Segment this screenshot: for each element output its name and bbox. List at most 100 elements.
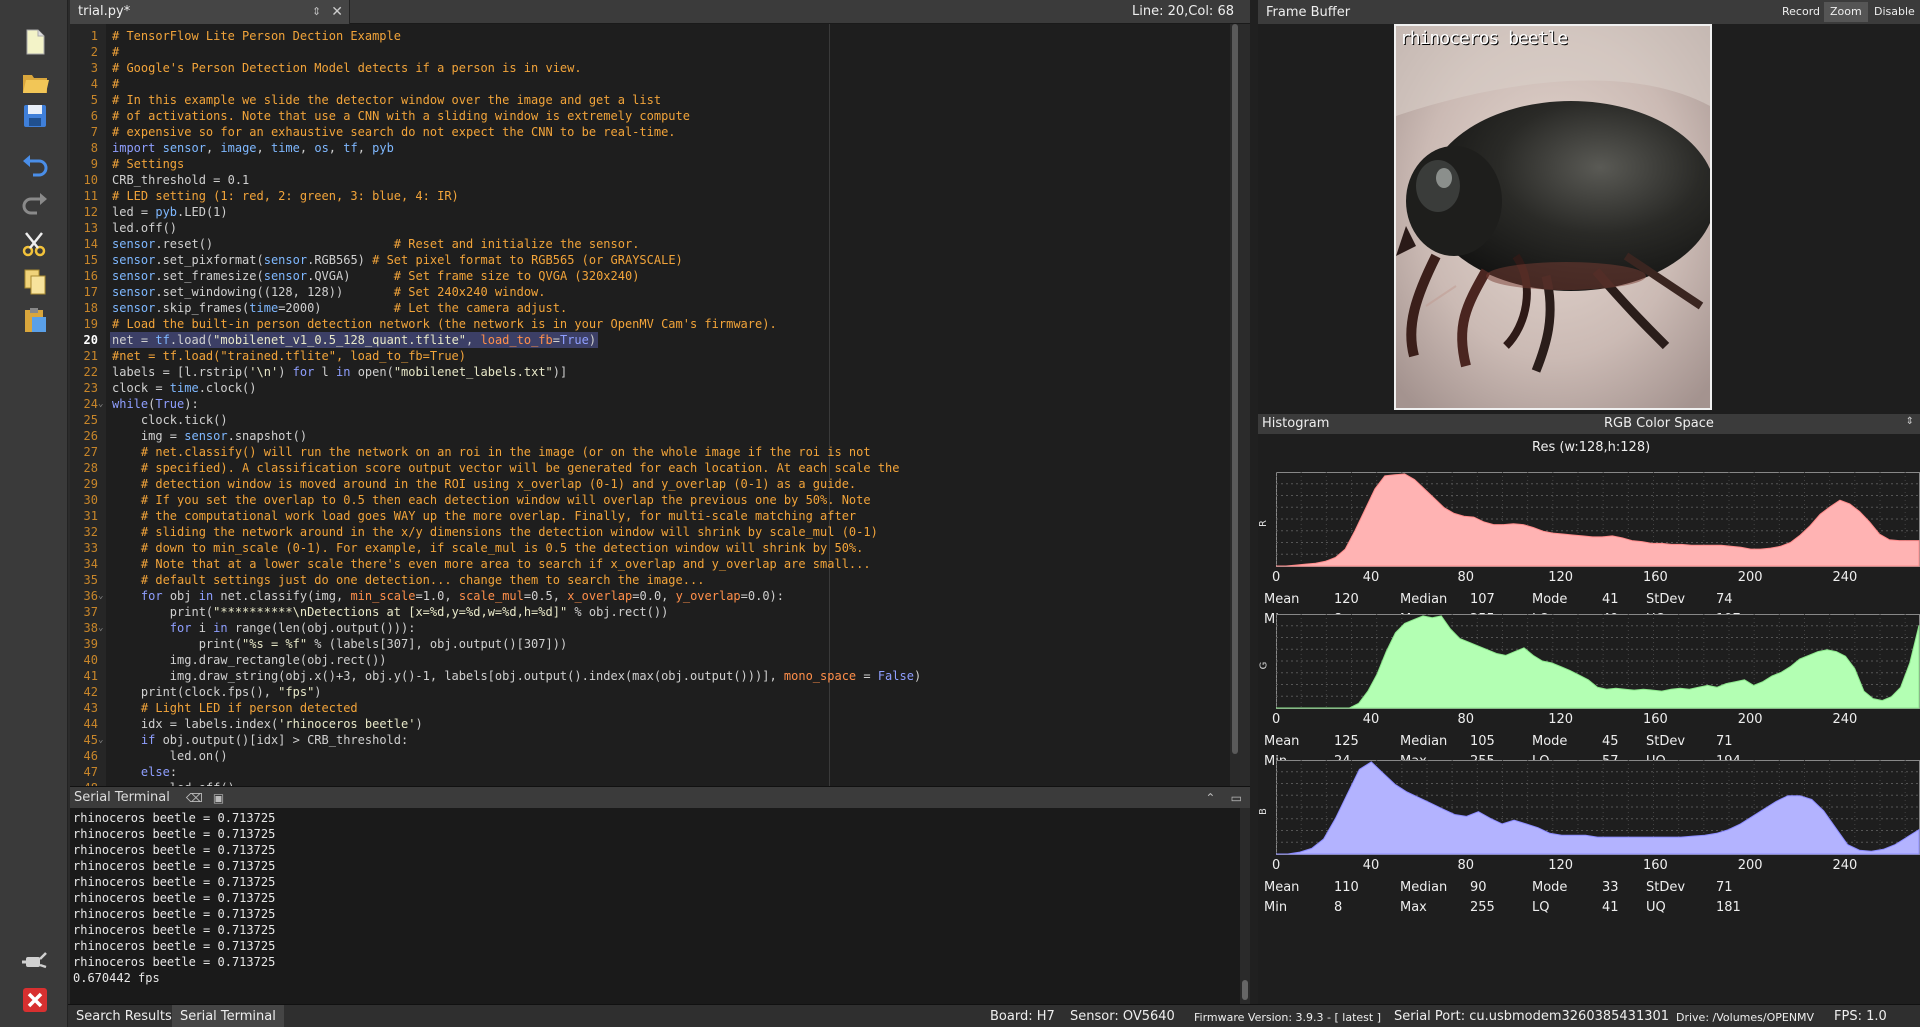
paste-icon [25, 308, 46, 332]
stat-value: 255 [1470, 900, 1495, 915]
undo-icon [23, 155, 48, 177]
zoom-button[interactable]: Zoom [1824, 2, 1868, 22]
copy-icon [24, 269, 46, 295]
code-line[interactable]: # Google's Person Detection Model detect… [112, 60, 582, 76]
code-line[interactable]: # net.classify() will run the network on… [112, 444, 871, 460]
code-line[interactable]: # Load the built-in person detection net… [112, 316, 777, 332]
code-line[interactable]: print("%s = %f" % (labels[307], obj.outp… [112, 636, 567, 652]
firmware-version-label[interactable]: Firmware Version: 3.9.3 - [ latest ] [1194, 1011, 1381, 1024]
line-number: 2 [90, 45, 98, 59]
line-number: 15 [83, 253, 98, 267]
code-line[interactable]: img.draw_rectangle(obj.rect()) [112, 652, 387, 668]
code-line[interactable]: # In this example we slide the detector … [112, 92, 661, 108]
connect-button[interactable] [16, 942, 54, 978]
record-button[interactable]: Record [1776, 2, 1826, 22]
save-file-button[interactable] [16, 98, 54, 134]
code-line[interactable]: # [112, 76, 119, 92]
code-line[interactable]: import sensor, image, time, os, tf, pyb [112, 140, 394, 156]
stat-value: 71 [1716, 734, 1733, 749]
undo-button[interactable] [16, 148, 54, 184]
serial-terminal-output[interactable]: rhinoceros beetle = 0.713725 rhinoceros b… [70, 808, 1240, 1004]
code-line[interactable]: img = sensor.snapshot() [112, 428, 307, 444]
histogram-title: Histogram [1262, 416, 1330, 431]
code-line[interactable]: # LED setting (1: red, 2: green, 3: blue… [112, 188, 459, 204]
code-line[interactable]: led = pyb.LED(1) [112, 204, 228, 220]
fold-toggle-icon[interactable]: ⌄ [98, 620, 108, 636]
code-line[interactable]: for i in range(len(obj.output())): [112, 620, 416, 636]
code-line[interactable]: idx = labels.index('rhinoceros beetle') [112, 716, 423, 732]
code-line[interactable]: # Light LED if person detected [112, 700, 358, 716]
code-line[interactable]: sensor.reset() # Reset and initialize th… [112, 236, 639, 252]
float-terminal-icon[interactable]: ▭ [1231, 791, 1242, 805]
disable-button[interactable]: Disable [1868, 2, 1920, 22]
drive-label: Drive: /Volumes/OPENMV [1676, 1011, 1815, 1024]
code-line[interactable]: # the computational work load goes WAY u… [112, 508, 856, 524]
code-line[interactable]: while(True): [112, 396, 199, 412]
serial-terminal-tab[interactable]: Serial Terminal [172, 1005, 284, 1027]
code-line[interactable]: # If you set the overlap to 0.5 then eac… [112, 492, 871, 508]
code-line[interactable]: # down to min_scale (0-1). For example, … [112, 540, 863, 556]
code-line[interactable]: # of activations. Note that use a CNN wi… [112, 108, 690, 124]
clear-terminal-icon[interactable]: ⌫ [186, 791, 203, 805]
color-space-select[interactable]: RGB Color Space [1604, 416, 1714, 431]
close-file-icon[interactable]: ✕ [331, 4, 343, 20]
code-line[interactable]: # detection window is moved around in th… [112, 476, 856, 492]
code-line[interactable]: clock.tick() [112, 412, 228, 428]
code-line[interactable]: for obj in net.classify(img, min_scale=1… [112, 588, 784, 604]
code-line[interactable]: clock = time.clock() [112, 380, 257, 396]
code-line[interactable]: CRB_threshold = 0.1 [112, 172, 249, 188]
new-file-button[interactable] [16, 24, 54, 60]
collapse-terminal-icon[interactable]: ⌃ [1205, 791, 1215, 805]
code-line[interactable]: sensor.set_framesize(sensor.QVGA) # Set … [112, 268, 639, 284]
code-line[interactable]: sensor.set_pixformat(sensor.RGB565) # Se… [112, 252, 683, 268]
code-line[interactable]: img.draw_string(obj.x()+3, obj.y()-1, la… [112, 668, 921, 684]
code-line[interactable]: # default settings just do one detection… [112, 572, 705, 588]
code-line[interactable]: # [112, 44, 119, 60]
code-line[interactable]: # Settings [112, 156, 184, 172]
paste-button[interactable] [16, 302, 54, 338]
code-line[interactable]: # Note that at a lower scale there's eve… [112, 556, 871, 572]
code-editor[interactable]: 1 # TensorFlow Lite Person Dection Exampl… [70, 24, 1240, 786]
fold-toggle-icon[interactable]: ⌄ [98, 732, 108, 748]
stat-value: 110 [1334, 880, 1359, 895]
code-line[interactable]: # TensorFlow Lite Person Dection Example [112, 28, 401, 44]
stop-button[interactable] [16, 982, 54, 1018]
panel-splitter[interactable] [1250, 0, 1258, 1004]
editor-scrollbar[interactable] [1230, 24, 1240, 786]
code-line[interactable]: print("**********\nDetections at [x=%d,y… [112, 604, 669, 620]
open-file-button[interactable] [16, 64, 54, 100]
fold-toggle-icon[interactable]: ⌄ [98, 396, 108, 412]
save-terminal-icon[interactable]: ▣ [213, 791, 224, 805]
code-line[interactable]: print(clock.fps(), "fps") [112, 684, 322, 700]
fold-toggle-icon[interactable]: ⌄ [98, 588, 108, 604]
line-number: 17 [83, 285, 98, 299]
search-results-tab[interactable]: Search Results [68, 1005, 180, 1027]
stat-label: Median [1400, 734, 1448, 749]
code-line[interactable]: if obj.output()[idx] > CRB_threshold: [112, 732, 408, 748]
stat-value: 33 [1602, 880, 1619, 895]
terminal-scrollbar-thumb[interactable] [1242, 980, 1248, 1000]
code-line[interactable]: sensor.skip_frames(time=2000) # Let the … [112, 300, 567, 316]
code-lines[interactable]: 1 # TensorFlow Lite Person Dection Exampl… [70, 28, 1240, 786]
code-line[interactable]: labels = [l.rstrip('\n') for l in open("… [112, 364, 567, 380]
editor-file-tab[interactable]: trial.py* ⇕ ✕ [70, 0, 350, 24]
x-tick-label: 120 [1548, 858, 1574, 873]
copy-button[interactable] [16, 264, 54, 300]
editor-scrollbar-thumb[interactable] [1232, 24, 1238, 754]
terminal-scrollbar[interactable] [1240, 808, 1250, 1004]
code-line[interactable]: sensor.set_windowing((128, 128)) # Set 2… [112, 284, 546, 300]
code-line[interactable]: # specified). A classification score out… [112, 460, 900, 476]
cut-button[interactable] [16, 226, 54, 262]
code-line[interactable]: led.on() [112, 748, 228, 764]
plug-icon [22, 952, 47, 969]
redo-button[interactable] [16, 186, 54, 222]
code-line[interactable]: # expensive so for an exhaustive search … [112, 124, 676, 140]
color-space-dropdown-icon[interactable]: ⇕ [1906, 416, 1914, 427]
code-line[interactable]: led.off() [112, 220, 177, 236]
code-line[interactable]: net = tf.load("mobilenet_v1_0.5_128_quan… [112, 332, 596, 348]
code-line[interactable]: #net = tf.load("trained.tflite", load_to… [112, 348, 466, 364]
code-line[interactable]: # sliding the network around in the x/y … [112, 524, 878, 540]
file-list-dropdown-icon[interactable]: ⇕ [312, 5, 321, 18]
sensor-label: Sensor: OV5640 [1070, 1009, 1175, 1024]
code-line[interactable]: else: [112, 764, 177, 780]
